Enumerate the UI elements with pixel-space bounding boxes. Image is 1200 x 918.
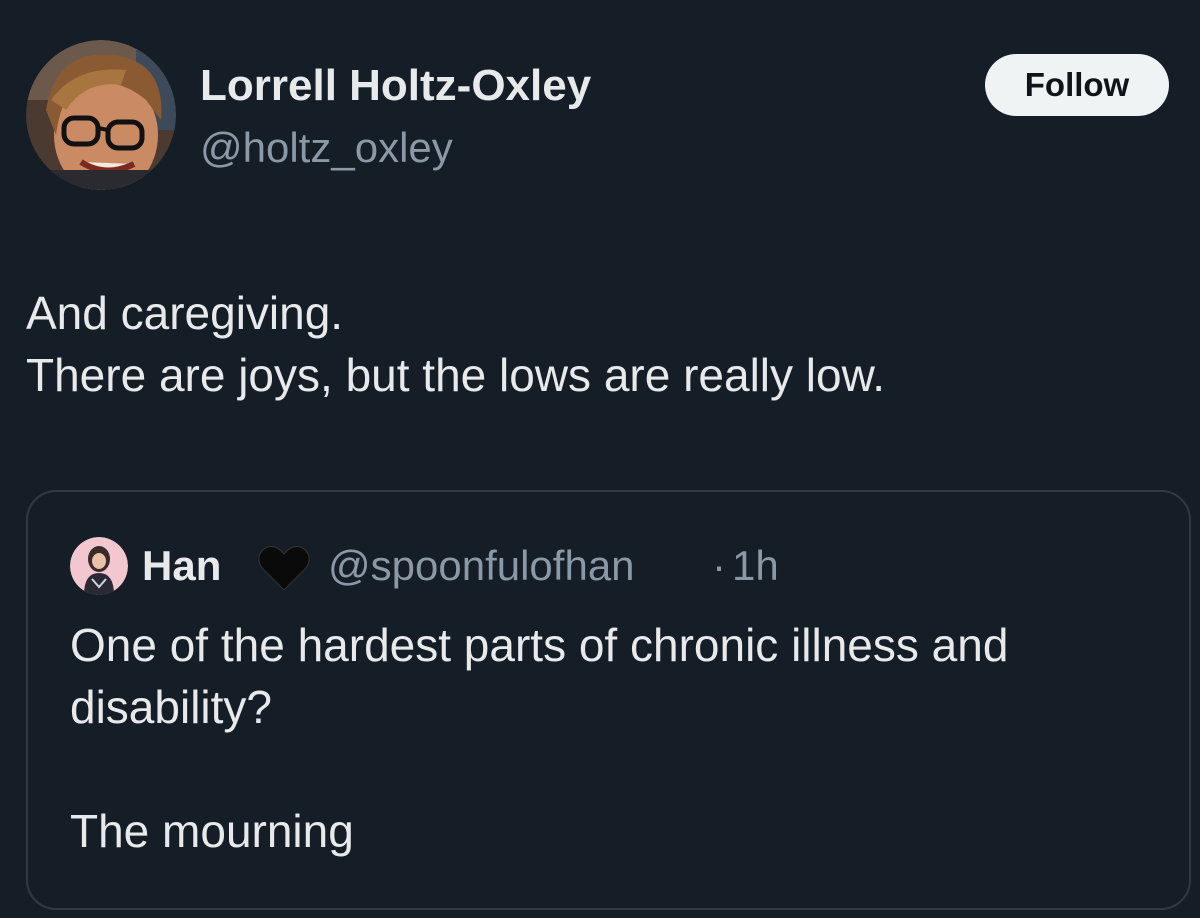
tweet-text: And caregiving. There are joys, but the … bbox=[26, 282, 1176, 406]
quoted-tweet-text: One of the hardest parts of chronic illn… bbox=[70, 614, 1170, 862]
author-handle[interactable]: @holtz_oxley bbox=[200, 122, 453, 174]
author-avatar[interactable] bbox=[26, 40, 176, 190]
quoted-text-line: disability? bbox=[70, 681, 272, 733]
quoted-timestamp[interactable]: 1h bbox=[732, 540, 779, 592]
quoted-author-name[interactable]: Han bbox=[142, 540, 221, 592]
author-name[interactable]: Lorrell Holtz-Oxley bbox=[200, 60, 591, 112]
quoted-author-handle[interactable]: @spoonfulofhan bbox=[328, 540, 635, 592]
author-photo-icon bbox=[26, 40, 176, 190]
tweet-text-line: There are joys, but the lows are really … bbox=[26, 349, 886, 401]
tweet-text-line: And caregiving. bbox=[26, 287, 344, 339]
quoted-text-line: One of the hardest parts of chronic illn… bbox=[70, 619, 1009, 671]
follow-button[interactable]: Follow bbox=[985, 54, 1169, 116]
quoted-author-photo-icon bbox=[70, 537, 128, 595]
tweet-view: Lorrell Holtz-Oxley @holtz_oxley Follow … bbox=[0, 0, 1200, 918]
quoted-text-line bbox=[70, 738, 1170, 800]
quoted-text-line: The mourning bbox=[70, 805, 354, 857]
quoted-tweet-card[interactable]: Han @spoonfulofhan · 1h One of the harde… bbox=[26, 490, 1191, 910]
black-heart-icon bbox=[258, 545, 310, 591]
quoted-author-avatar[interactable] bbox=[70, 537, 128, 595]
separator-dot: · bbox=[712, 542, 726, 589]
